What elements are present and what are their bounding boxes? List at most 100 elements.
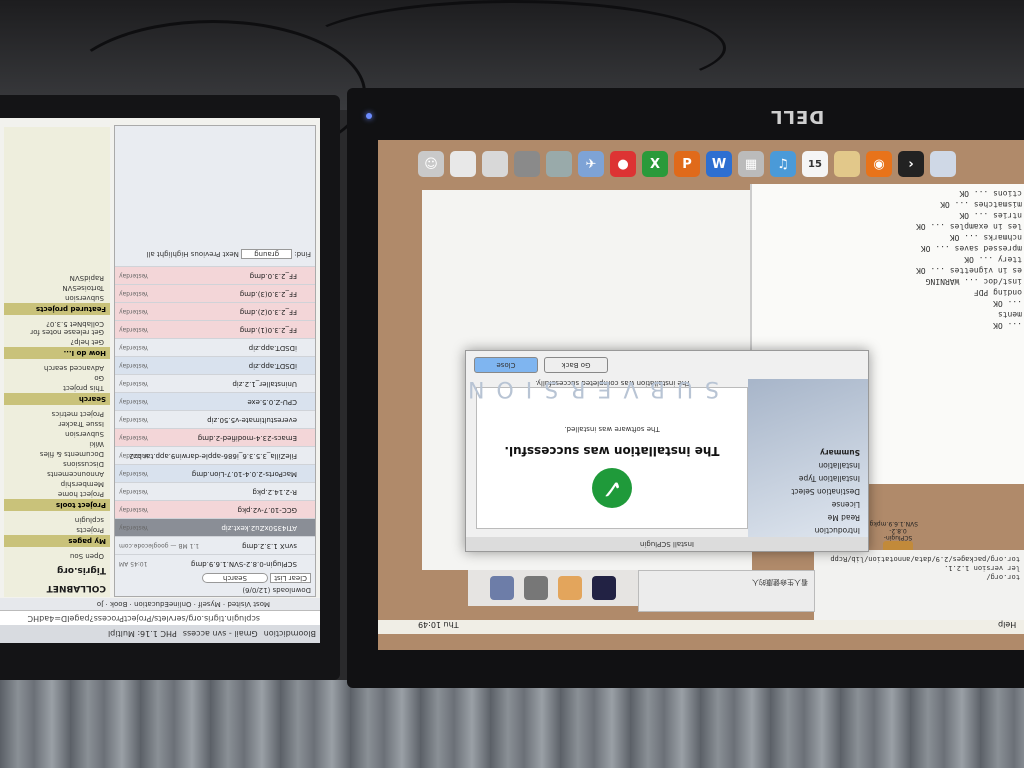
drive-icon[interactable] xyxy=(514,151,540,177)
tab[interactable]: Bloomdiction xyxy=(264,630,316,639)
mail-icon[interactable]: ✈ xyxy=(578,151,604,177)
highlight-all-checkbox[interactable]: Highlight all xyxy=(147,250,189,258)
download-status: Yesterday xyxy=(119,344,149,351)
preview-icon[interactable] xyxy=(546,151,572,177)
download-item[interactable]: FileZilla_3.5.3.6_i686-apple-darwin9.app… xyxy=(115,446,315,464)
sidebar-link[interactable]: Subversion xyxy=(4,429,110,439)
sidebar-link[interactable]: Issue Tracker xyxy=(4,419,110,429)
success-check-icon: ✓ xyxy=(592,468,632,508)
bookmark[interactable]: Book xyxy=(110,600,127,608)
clear-list-button[interactable]: Clear List xyxy=(270,573,311,583)
tab[interactable]: Gmail - svn access xyxy=(183,630,258,639)
menubar-clock[interactable]: Thu 10:49 xyxy=(418,620,459,629)
sidebar-link[interactable]: Announcements xyxy=(4,469,110,479)
bookmark[interactable]: Most Visited xyxy=(227,600,270,608)
app-icon[interactable] xyxy=(524,576,548,600)
download-item[interactable]: everestultimate-v5.50.zip Yesterday xyxy=(115,410,315,428)
bookmark[interactable]: Myself xyxy=(198,600,221,608)
download-item[interactable]: GCC-10.7-v2.pkg Yesterday xyxy=(115,500,315,518)
download-name: FF_2.3.0(2).dmg xyxy=(239,308,297,316)
go-back-button[interactable]: Go Back xyxy=(544,357,608,373)
search-scope[interactable]: This project xyxy=(4,383,110,393)
download-status: Yesterday xyxy=(119,380,149,387)
sidebar-link[interactable]: Get release notes for CollabNet 5.3.0? xyxy=(4,319,110,337)
finder-icon[interactable]: ☺ xyxy=(418,151,444,177)
chat-window: 看人生命健康的人 xyxy=(638,570,815,612)
preview-icon[interactable] xyxy=(930,151,956,177)
search-go-button[interactable]: Go xyxy=(4,373,110,383)
powerpoint-icon[interactable]: P xyxy=(674,151,700,177)
firefox-icon[interactable]: ◉ xyxy=(866,151,892,177)
download-status: Yesterday xyxy=(119,398,149,405)
sidebar-link[interactable]: Subversion xyxy=(4,293,110,303)
find-next-button[interactable]: Next xyxy=(223,250,239,258)
word-icon[interactable]: W xyxy=(706,151,732,177)
installer-window: Install SCPlugin Introduction Read Me Li… xyxy=(465,350,869,552)
advanced-search-link[interactable]: Advanced search xyxy=(4,363,110,373)
download-status: Yesterday xyxy=(119,326,149,333)
sidebar-link[interactable]: Project metrics xyxy=(4,409,110,419)
excel-icon[interactable]: X xyxy=(642,151,668,177)
qq-icon[interactable]: ● xyxy=(610,151,636,177)
download-item[interactable]: R-2.14.2.pkg Yesterday xyxy=(115,482,315,500)
sidebar-link[interactable]: Project home xyxy=(4,489,110,499)
download-item[interactable]: FF_2.3.0.dmg Yesterday xyxy=(115,266,315,284)
download-item[interactable]: FF_2.3.0(2).dmg Yesterday xyxy=(115,302,315,320)
power-led xyxy=(366,113,372,119)
calendar-icon[interactable]: 15 xyxy=(802,151,828,177)
download-item[interactable]: Emacs-23.4-modified-2.dmg Yesterday xyxy=(115,428,315,446)
section-title: My pages xyxy=(4,535,110,547)
download-item[interactable]: CPU-Z.0.5.exe Yesterday xyxy=(115,392,315,410)
help-menu[interactable]: Help xyxy=(998,620,1016,629)
tab[interactable]: PHC 1.16: Multipl xyxy=(108,630,177,639)
download-item[interactable]: iDSDT.app.zip Yesterday xyxy=(115,356,315,374)
download-name: Uninstaller_1.2.zip xyxy=(232,380,297,388)
download-name: SCPlugin-0.8.2-SVN.1.6.9.dmg xyxy=(190,560,297,568)
close-button[interactable]: Close xyxy=(474,357,538,373)
download-item[interactable]: iDSDT.app.zip Yesterday xyxy=(115,338,315,356)
address-bar[interactable]: scplugin.tigris.org/servlets/ProjectProc… xyxy=(0,610,320,625)
collabnet-logo: COLLABNET xyxy=(46,583,106,593)
find-previous-button[interactable]: Previous xyxy=(191,250,221,258)
download-item[interactable]: Uninstaller_1.2.zip Yesterday xyxy=(115,374,315,392)
document-icon[interactable] xyxy=(450,151,476,177)
download-item[interactable]: SCPlugin-0.8.2-SVN.1.6.9.dmg 10:45 AM xyxy=(115,554,315,572)
bookmark[interactable]: Jo xyxy=(97,600,103,608)
download-name: FF_2.3.0(1).dmg xyxy=(239,326,297,334)
sidebar-link[interactable]: scplugin xyxy=(4,515,110,525)
bookmark[interactable]: OnlineEducation xyxy=(134,600,191,608)
subversion-brand: SUBVERSION xyxy=(465,376,719,401)
sidebar-link[interactable]: TortoiseSVN xyxy=(4,283,110,293)
download-status: Yesterday xyxy=(119,434,149,441)
notes-icon[interactable] xyxy=(834,151,860,177)
download-item[interactable]: FF_2.3.0(1).dmg Yesterday xyxy=(115,320,315,338)
terminal-line: mismatches ... OK xyxy=(940,200,1022,209)
find-input[interactable]: graung xyxy=(241,249,293,259)
section-title: How do I... xyxy=(4,347,110,359)
sidebar-link[interactable]: Discussions xyxy=(4,459,110,469)
search-input[interactable]: Search xyxy=(201,573,268,583)
download-item[interactable]: MacPorts-2.0.4-10.7-Lion.dmg Yesterday xyxy=(115,464,315,482)
download-item[interactable]: svnX 1.3.2.dmg 1.1 MB — googlecode.com xyxy=(115,536,315,554)
browser-tabs: Bloomdiction Gmail - svn access PHC 1.16… xyxy=(0,625,320,643)
photo-icon[interactable]: ▦ xyxy=(738,151,764,177)
downloads-title: Downloads (12/0/6) xyxy=(242,586,311,594)
download-name: iDSDT.app.zip xyxy=(248,344,297,352)
itunes-icon[interactable]: ♫ xyxy=(770,151,796,177)
sidebar-link[interactable]: Documents & files xyxy=(4,449,110,459)
installer-step: Read Me xyxy=(827,513,860,522)
terminal-icon[interactable]: › xyxy=(898,151,924,177)
terminal-line: ctions ... OK xyxy=(959,189,1022,198)
app-icon[interactable] xyxy=(558,576,582,600)
download-item[interactable]: FF_2.3.0(3).dmg Yesterday xyxy=(115,284,315,302)
sidebar-link[interactable]: Membership xyxy=(4,479,110,489)
terminal-line: onding PDF xyxy=(973,288,1022,297)
app-icon[interactable] xyxy=(490,576,514,600)
download-item[interactable]: ATI4350xZu2.kext.zip Yesterday xyxy=(115,518,315,536)
document-icon[interactable] xyxy=(482,151,508,177)
sidebar-link[interactable]: Projects xyxy=(4,525,110,535)
sidebar-link[interactable]: Get help? xyxy=(4,337,110,347)
sidebar-link[interactable]: Wiki xyxy=(4,439,110,449)
app-icon[interactable] xyxy=(592,576,616,600)
sidebar-link[interactable]: RapidSVN xyxy=(4,273,110,283)
